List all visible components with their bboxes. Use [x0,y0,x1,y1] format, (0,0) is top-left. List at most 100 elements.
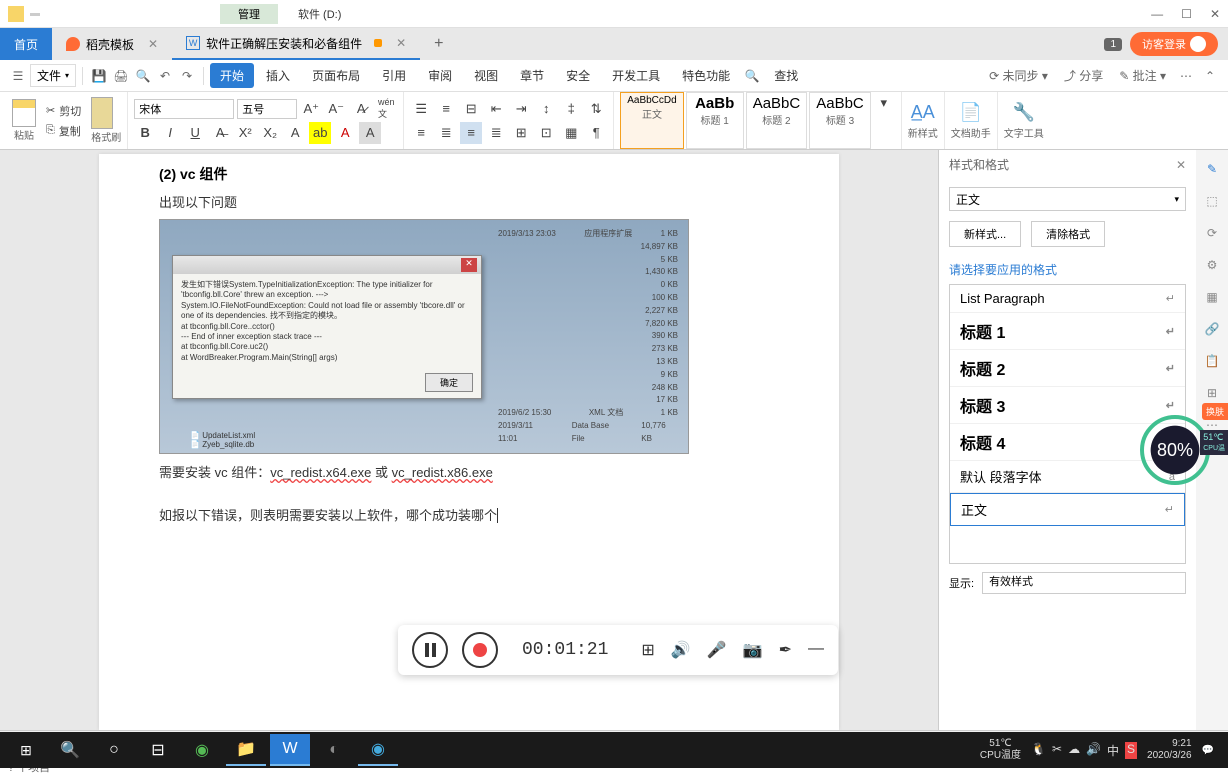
grid-icon[interactable]: ⊞ [641,640,654,660]
tab-home[interactable]: 首页 [0,28,52,60]
format-brush-icon[interactable] [91,97,113,129]
decrease-font-icon[interactable]: A⁻ [325,98,347,120]
menu-reference[interactable]: 引用 [372,63,416,88]
decrease-indent-button[interactable]: ⇤ [485,98,507,120]
sort-button[interactable]: ⇅ [585,98,607,120]
save-icon[interactable]: 💾 [89,66,109,86]
distribute-button[interactable]: ⊞ [510,122,532,144]
new-style-button[interactable]: 新样式... [949,221,1021,247]
border-button[interactable]: ▦ [560,122,582,144]
tray-icon[interactable]: S [1125,742,1137,759]
select-icon[interactable]: ⬚ [1203,192,1221,210]
manage-tab[interactable]: 管理 [220,4,278,24]
phonetic-icon[interactable]: wén文 [375,98,397,120]
current-style-dropdown[interactable]: 正文▾ [949,187,1186,211]
new-tab-button[interactable]: + [420,28,457,60]
pencil-icon[interactable]: ✎ [1203,160,1221,178]
style-list-item[interactable]: 标题 3↵ [950,387,1185,424]
numbering-button[interactable]: ≡ [435,98,457,120]
tab-close-icon[interactable]: ✕ [396,36,406,50]
search-button[interactable]: 🔍 [50,734,90,766]
align-justify-button[interactable]: ≣ [485,122,507,144]
char-shading-button[interactable]: A [359,122,381,144]
ime-icon[interactable]: 中 [1107,742,1119,759]
notification-icon[interactable]: 💬 [1202,745,1214,756]
tab-close-icon[interactable]: ✕ [148,37,158,51]
menu-page-layout[interactable]: 页面布局 [302,63,370,88]
style-list-item[interactable]: 正文↵ [950,493,1185,526]
taskbar-clock[interactable]: 9:212020/3/26 [1147,738,1192,762]
text-effect-button[interactable]: A [284,122,306,144]
refresh-icon[interactable]: ⟳ [1203,224,1221,242]
tab-daoke[interactable]: 稻壳模板 ✕ [52,28,172,60]
menu-devtools[interactable]: 开发工具 [602,63,670,88]
sync-button[interactable]: ⟳ 未同步 ▾ [983,63,1054,88]
link-icon[interactable]: 🔗 [1203,320,1221,338]
taskbar-app[interactable]: ◉ [358,734,398,766]
taskbar-app[interactable]: ◉ [182,734,222,766]
style-list-item[interactable]: List Paragraph↵ [950,285,1185,313]
preview-icon[interactable]: 🔍 [133,66,153,86]
tray-icon[interactable]: 🔊 [1086,742,1101,759]
tab-button[interactable]: ⊡ [535,122,557,144]
cpu-temp[interactable]: 51℃CPU温度 [980,738,1021,762]
tray-icon[interactable]: 🐧 [1031,742,1046,759]
menu-search[interactable]: 查找 [764,63,808,88]
tray-icon[interactable]: ☁ [1068,742,1080,759]
align-center-button[interactable]: ≣ [435,122,457,144]
undo-icon[interactable]: ↶ [155,66,175,86]
underline-button[interactable]: U [184,122,206,144]
system-tray[interactable]: 🐧 ✂ ☁ 🔊 中 S [1031,742,1137,759]
align-right-button[interactable]: ≡ [460,122,482,144]
clear-format-button[interactable]: 清除格式 [1031,221,1105,247]
minimize-button[interactable]: — [1151,7,1163,21]
maximize-button[interactable]: ☐ [1181,7,1192,21]
task-view-button[interactable]: ⊟ [138,734,178,766]
tab-document[interactable]: W 软件正确解压安装和必备组件 ✕ [172,28,420,60]
camera-icon[interactable]: 📷 [743,640,763,660]
clear-format-icon[interactable]: A̷ [350,98,372,120]
start-button[interactable]: ⊞ [6,734,46,766]
menu-security[interactable]: 安全 [556,63,600,88]
show-marks-button[interactable]: ¶ [585,122,607,144]
file-menu[interactable]: 文件▾ [30,64,76,87]
grid-icon[interactable]: ▦ [1203,288,1221,306]
bold-button[interactable]: B [134,122,156,144]
new-style-icon[interactable]: A̲A [908,102,938,123]
menu-start[interactable]: 开始 [210,63,254,88]
collapse-icon[interactable]: ⌃ [1200,66,1220,86]
pen-icon[interactable]: ✒ [779,640,792,660]
panel-close-icon[interactable]: ✕ [1176,158,1186,172]
style-h1[interactable]: AaBb标题 1 [686,92,744,149]
increase-indent-button[interactable]: ⇥ [510,98,532,120]
style-h3[interactable]: AaBbC标题 3 [809,92,871,149]
more-icon[interactable]: ⋯ [1176,66,1196,86]
highlight-button[interactable]: ab [309,122,331,144]
mic-icon[interactable]: 🎤 [707,640,727,660]
increase-font-icon[interactable]: A⁺ [300,98,322,120]
show-filter-select[interactable]: 有效样式 [982,572,1186,594]
text-direction-button[interactable]: ↕ [535,98,557,120]
search-icon[interactable]: 🔍 [742,66,762,86]
print-icon[interactable]: 🖨 [111,66,131,86]
strike-button[interactable]: A̶ [209,122,231,144]
style-h2[interactable]: AaBbC标题 2 [746,92,808,149]
layers-icon[interactable]: ⊞ [1203,384,1221,402]
share-button[interactable]: ⤴ 分享 [1058,63,1109,88]
speaker-icon[interactable]: 🔊 [671,640,691,660]
menu-view[interactable]: 视图 [464,63,508,88]
style-more-icon[interactable]: ▾ [873,92,895,114]
notification-badge[interactable]: 1 [1104,38,1122,51]
menu-features[interactable]: 特色功能 [672,63,740,88]
multilevel-button[interactable]: ⊟ [460,98,482,120]
italic-button[interactable]: I [159,122,181,144]
style-list-item[interactable]: 标题 2↵ [950,350,1185,387]
comment-button[interactable]: ✎ 批注 ▾ [1113,63,1172,88]
doc-helper-icon[interactable]: 📄 [951,102,991,123]
clipboard-icon[interactable]: 📋 [1203,352,1221,370]
cut-button[interactable]: ✂ 剪切 [42,101,85,121]
superscript-button[interactable]: X² [234,122,256,144]
cortana-button[interactable]: ○ [94,734,134,766]
close-button[interactable]: ✕ [1210,7,1220,21]
menu-insert[interactable]: 插入 [256,63,300,88]
